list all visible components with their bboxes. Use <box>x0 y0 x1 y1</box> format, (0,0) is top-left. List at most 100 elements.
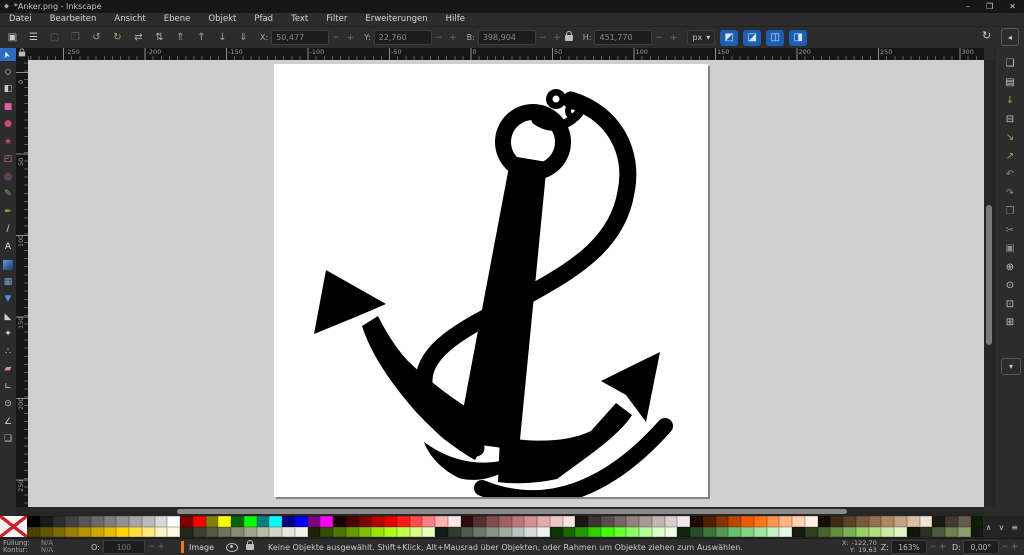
color-swatch[interactable] <box>65 526 78 537</box>
minimize-button[interactable]: – <box>966 2 970 11</box>
color-swatch[interactable] <box>358 516 372 527</box>
toolbar-flip-vertical-button[interactable]: ⇅ <box>151 30 168 45</box>
tool-pages[interactable]: ❏ <box>0 433 16 446</box>
color-swatch[interactable] <box>384 516 397 527</box>
menu-datei[interactable]: Datei <box>0 13 41 26</box>
color-swatch[interactable] <box>690 516 703 527</box>
color-swatch[interactable] <box>677 516 690 527</box>
tool-tweak[interactable]: ✦ <box>0 328 16 341</box>
color-swatch[interactable] <box>575 516 588 527</box>
color-swatch[interactable] <box>167 516 180 527</box>
color-swatch[interactable] <box>154 516 168 527</box>
color-swatch[interactable] <box>626 516 639 527</box>
color-swatch[interactable] <box>792 526 805 537</box>
tool-mesh-gradient[interactable]: ▦ <box>0 276 16 289</box>
tool-rectangle[interactable]: ■ <box>0 101 16 114</box>
color-swatch[interactable] <box>358 526 372 537</box>
menu-filter[interactable]: Filter <box>317 13 356 26</box>
color-swatch[interactable] <box>639 516 652 527</box>
sidebar-zoom-to-page-button[interactable]: ⊡ <box>1001 297 1019 312</box>
sidebar-print-document-button[interactable]: ⊟ <box>1001 112 1019 127</box>
color-swatch[interactable] <box>766 516 780 527</box>
color-swatch[interactable] <box>651 526 665 537</box>
color-swatch[interactable] <box>613 516 627 527</box>
opacity-spinner[interactable]: −+ <box>148 542 167 552</box>
color-swatch[interactable] <box>498 516 512 527</box>
color-swatch[interactable] <box>830 526 843 537</box>
color-swatch[interactable] <box>435 516 448 527</box>
color-swatch[interactable] <box>741 516 754 527</box>
color-swatch[interactable] <box>932 526 945 537</box>
color-swatch[interactable] <box>205 526 219 537</box>
color-swatch[interactable] <box>868 516 882 527</box>
scale-corners-toggle[interactable]: ◪ <box>743 29 762 46</box>
color-swatch[interactable] <box>562 516 576 527</box>
layer-visibility-icon[interactable] <box>226 542 239 552</box>
zoom-spinner[interactable]: −+ <box>929 542 948 552</box>
toolbar-rotate-ccw-button[interactable]: ↺ <box>88 30 105 45</box>
color-swatch[interactable] <box>894 526 907 537</box>
color-swatch[interactable] <box>664 516 678 527</box>
scale-gradient-toggle[interactable]: ◫ <box>766 29 785 46</box>
color-swatch[interactable] <box>588 526 601 537</box>
sidebar-redo-button[interactable]: ↷ <box>1001 186 1019 201</box>
color-swatch[interactable] <box>78 526 91 537</box>
color-swatch[interactable] <box>779 516 792 527</box>
color-swatch[interactable] <box>549 516 563 527</box>
color-swatch[interactable] <box>103 526 117 537</box>
color-swatch[interactable] <box>141 526 155 537</box>
color-swatch[interactable] <box>256 526 270 537</box>
color-swatch[interactable] <box>435 526 448 537</box>
color-swatch[interactable] <box>868 526 882 537</box>
color-swatch[interactable] <box>664 526 678 537</box>
color-swatch[interactable] <box>65 516 78 527</box>
color-swatch[interactable] <box>613 526 627 537</box>
layer-lock-icon[interactable] <box>246 540 255 550</box>
opacity-field[interactable]: 100 <box>102 540 145 554</box>
menu-ebene[interactable]: Ebene <box>155 13 200 26</box>
color-swatch[interactable] <box>728 516 741 527</box>
color-swatch[interactable] <box>422 526 435 537</box>
color-swatch[interactable] <box>945 526 958 537</box>
color-swatch[interactable] <box>282 526 295 537</box>
color-swatch[interactable] <box>715 516 729 527</box>
color-swatch[interactable] <box>231 516 244 527</box>
color-swatch[interactable] <box>881 526 894 537</box>
color-swatch[interactable] <box>345 526 359 537</box>
toolbar-lower-button[interactable]: ↓ <box>214 30 231 45</box>
sidebar-import-image-button[interactable]: ↘ <box>1001 130 1019 145</box>
color-swatch[interactable] <box>919 526 933 537</box>
palette-scroll-up[interactable]: ∧ <box>986 523 992 532</box>
color-swatch[interactable] <box>396 516 410 527</box>
sidebar-zoom-page-width-button[interactable]: ⊞ <box>1001 315 1019 330</box>
color-swatch[interactable] <box>524 526 537 537</box>
tool-measure[interactable]: ∠ <box>0 416 16 429</box>
color-swatch[interactable] <box>192 526 206 537</box>
color-swatch[interactable] <box>702 516 716 527</box>
vertical-ruler[interactable]: 0 50 100 150 200 250 <box>16 60 28 507</box>
menu-objekt[interactable]: Objekt <box>199 13 245 26</box>
toolbar-deselect-button[interactable]: ▢ <box>46 30 63 45</box>
snap-settings-icon[interactable]: ↻ <box>982 29 991 42</box>
color-swatch[interactable] <box>345 516 359 527</box>
color-swatch[interactable] <box>792 516 805 527</box>
collapse-snap-bar-button[interactable]: ◂ <box>1001 28 1019 46</box>
color-swatch[interactable] <box>957 526 971 537</box>
color-swatch[interactable] <box>957 516 971 527</box>
tool-bezier-pen[interactable]: ✒ <box>0 206 16 219</box>
color-swatch[interactable] <box>129 526 142 537</box>
color-swatch[interactable] <box>843 526 856 537</box>
toolbar-rotate-cw-button[interactable]: ↻ <box>109 30 126 45</box>
tool-calligraphy[interactable]: ∕ <box>0 223 16 236</box>
h-spinner[interactable]: − + <box>655 33 679 43</box>
color-swatch[interactable] <box>218 526 231 537</box>
menu-erweiterungen[interactable]: Erweiterungen <box>356 13 436 26</box>
color-swatch[interactable] <box>753 516 767 527</box>
zoom-field[interactable]: 163% <box>890 540 927 554</box>
toolbar-selection-box-button[interactable]: ❐ <box>67 30 84 45</box>
horizontal-scrollbar-thumb[interactable] <box>177 509 847 514</box>
color-swatch[interactable] <box>90 516 104 527</box>
color-swatch[interactable] <box>511 526 525 537</box>
color-swatch[interactable] <box>690 526 703 537</box>
color-swatch[interactable] <box>804 516 818 527</box>
